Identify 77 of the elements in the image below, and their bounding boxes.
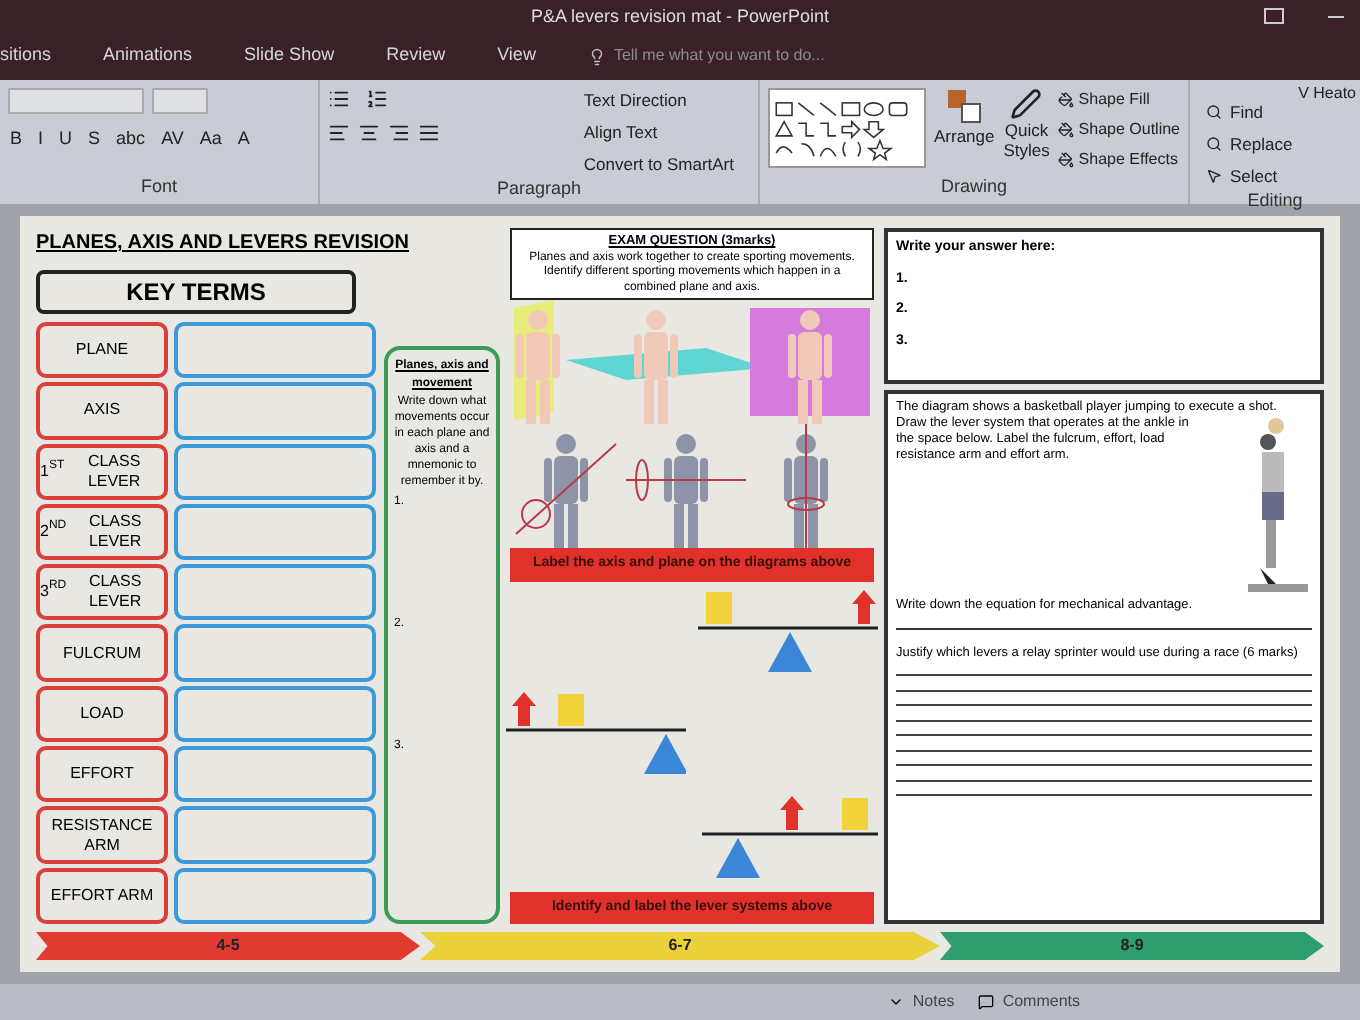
term-label: LOAD: [36, 685, 168, 743]
align-center-icon[interactable]: [358, 122, 380, 144]
font-format-button[interactable]: S: [86, 126, 103, 153]
search-icon: [1206, 136, 1222, 153]
grade-band: 8-9: [940, 932, 1324, 960]
font-format-button[interactable]: I: [36, 126, 46, 153]
shape-format-icon: [1058, 152, 1075, 168]
editing-button[interactable]: Replace: [1230, 131, 1293, 157]
user-name: V Heato: [1298, 82, 1356, 106]
font-format-button[interactable]: A: [235, 126, 252, 153]
ribbon-tab[interactable]: Animations: [103, 42, 193, 70]
drawing-button[interactable]: Shape Fill: [1078, 88, 1150, 112]
search-icon: [1206, 104, 1222, 121]
group-label: Drawing: [938, 173, 1009, 200]
definition-box[interactable]: [174, 382, 376, 440]
font-name-field[interactable]: [8, 88, 144, 114]
slide-title: PLANES, AXIS AND LEVERS REVISION: [36, 230, 412, 258]
tell-me-field[interactable]: Tell me what you want to do...: [613, 44, 854, 68]
term-label: EFFORT: [36, 746, 168, 803]
term-label: RESISTANCE ARM: [36, 806, 168, 864]
definition-box[interactable]: [174, 322, 376, 379]
font-format-button[interactable]: Aa: [197, 126, 224, 153]
pointer-icon: [1206, 167, 1222, 184]
restore-icon[interactable]: [1264, 8, 1284, 24]
group-label: Paragraph: [494, 176, 584, 203]
drawing-button[interactable]: Shape Outline: [1078, 118, 1180, 142]
definition-box[interactable]: [174, 746, 376, 803]
numbering-icon[interactable]: [366, 88, 388, 110]
font-format-button[interactable]: B: [8, 126, 25, 153]
term-label: 3$^{RD}$ CLASS LEVER: [36, 564, 168, 621]
key-terms-heading: KEY TERMS: [36, 270, 356, 314]
term-label: FULCRUM: [36, 624, 168, 682]
ribbon-tab[interactable]: View: [497, 42, 536, 70]
grade-band: 4-5: [36, 932, 420, 960]
status-button[interactable]: Notes: [912, 990, 955, 1014]
status-button[interactable]: Comments: [1002, 990, 1080, 1014]
grade-band: 6-7: [420, 932, 940, 960]
drawing-button[interactable]: Arrange: [933, 124, 995, 150]
justify-icon[interactable]: [418, 122, 440, 144]
definition-box[interactable]: [174, 443, 376, 500]
shape-format-icon: [1058, 122, 1075, 138]
editing-button[interactable]: Select: [1230, 163, 1278, 189]
font-format-button[interactable]: U: [57, 126, 75, 153]
term-label: 1$^{ST}$ CLASS LEVER: [36, 443, 168, 500]
bullets-icon[interactable]: [328, 88, 350, 110]
ribbon-tab[interactable]: Review: [386, 42, 446, 70]
editing-button[interactable]: Find: [1230, 100, 1264, 126]
comments-icon: [978, 994, 995, 1010]
group-label: Editing: [1245, 188, 1305, 215]
definition-box[interactable]: [174, 685, 376, 743]
font-format-button[interactable]: abc: [114, 126, 148, 153]
ribbon-tab[interactable]: Slide Show: [244, 42, 335, 70]
term-label: PLANE: [36, 322, 168, 379]
definition-box[interactable]: [174, 624, 376, 682]
font-size-field[interactable]: [152, 88, 208, 114]
drawing-button[interactable]: Quick Styles: [1002, 120, 1051, 160]
drawing-button[interactable]: Shape Effects: [1078, 148, 1178, 172]
lightbulb-icon: [587, 47, 606, 65]
term-label: EFFORT ARM: [36, 867, 168, 924]
align-left-icon[interactable]: [328, 122, 350, 144]
font-format-button[interactable]: AV: [159, 126, 186, 153]
definition-box[interactable]: [174, 806, 376, 864]
paragraph-button[interactable]: Align Text: [583, 119, 734, 145]
definition-box[interactable]: [174, 503, 376, 561]
definition-box[interactable]: [174, 564, 376, 621]
term-label: 2$^{ND}$ CLASS LEVER: [36, 503, 168, 561]
definition-box[interactable]: [174, 867, 376, 924]
term-label: AXIS: [36, 382, 168, 440]
shape-gallery[interactable]: [768, 88, 926, 168]
arrange-icon[interactable]: [946, 88, 983, 124]
ribbon-tab[interactable]: sitions: [0, 42, 52, 70]
shape-format-icon: [1058, 92, 1075, 108]
align-right-icon[interactable]: [388, 122, 410, 144]
paragraph-button[interactable]: Text Direction: [583, 88, 734, 114]
group-label: Font: [138, 173, 179, 199]
window-title: P&A levers revision mat - PowerPoint: [530, 4, 830, 31]
paragraph-button[interactable]: Convert to SmartArt: [583, 151, 734, 177]
